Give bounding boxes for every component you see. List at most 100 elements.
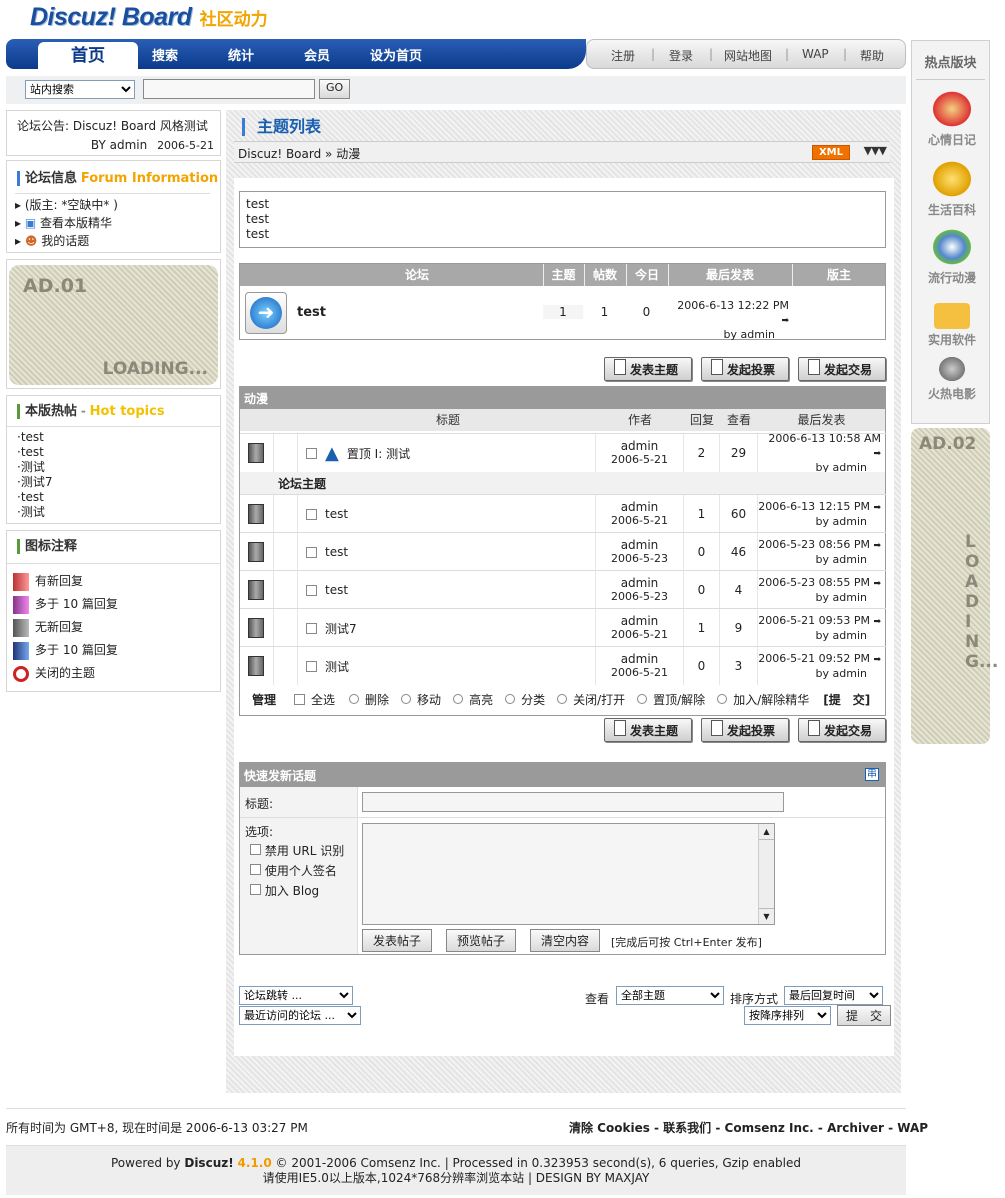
thread-checkbox[interactable] — [306, 508, 317, 520]
manage-submit-button[interactable]: [提 交] — [823, 691, 870, 708]
board-life[interactable]: 生活百科 — [917, 159, 987, 218]
new-poll-button[interactable]: 发起投票 — [701, 357, 789, 381]
footer-links[interactable]: 清除 Cookies - 联系我们 - Comsenz Inc. - Archi… — [569, 1119, 928, 1136]
hot-item[interactable]: ·test — [17, 490, 220, 505]
op-type-radio[interactable] — [505, 694, 516, 704]
op-highlight-radio[interactable] — [453, 694, 464, 704]
recent-forums-select[interactable]: 最近访问的论坛 ... — [239, 1006, 361, 1025]
thread-title[interactable]: 测试 — [325, 658, 349, 675]
new-topic-button-bottom[interactable]: 发表主题 — [604, 718, 692, 742]
collapse-icon[interactable]: 串 — [865, 768, 879, 781]
clear-button[interactable]: 清空内容 — [530, 929, 601, 952]
ad-banner-2[interactable]: AD.02 LOADING... — [911, 428, 998, 744]
view-submit-button[interactable]: 提 交 — [837, 1005, 892, 1026]
thread-lastpost[interactable]: 2006-6-13 12:15 PM ➡ by admin — [758, 500, 885, 529]
new-topic-button[interactable]: 发表主题 — [604, 357, 692, 381]
nav-sethome[interactable]: 设为首页 — [370, 45, 422, 64]
thread-title[interactable]: test — [325, 507, 348, 521]
thread-checkbox[interactable] — [306, 622, 317, 634]
thread-title[interactable]: test — [325, 583, 348, 597]
table-row[interactable]: test admin 2006-5-23 0 46 2006-5-23 08:56 PM … — [240, 532, 886, 571]
thread-author[interactable]: admin — [621, 614, 659, 628]
subject-input[interactable] — [362, 792, 784, 812]
thread-lastpost[interactable]: 2006-5-23 08:55 PM ➡ by admin — [758, 576, 885, 605]
order-by-select[interactable]: 最后回复时间 — [784, 986, 883, 1005]
xml-rss-button[interactable]: XML — [811, 145, 850, 160]
ad-banner-1[interactable]: AD.01 LOADING... — [9, 265, 218, 385]
op-digest-radio[interactable] — [717, 694, 728, 704]
new-trade-button-bottom[interactable]: 发起交易 — [798, 718, 886, 742]
thread-author[interactable]: admin — [621, 652, 659, 666]
board-diary[interactable]: 心情日记 — [917, 89, 987, 148]
post-button[interactable]: 发表帖子 — [362, 929, 433, 952]
thread-title[interactable]: 测试 — [386, 447, 410, 461]
crumb-home[interactable]: Discuz! Board — [238, 147, 321, 161]
board-software[interactable]: 实用软件 — [917, 295, 987, 348]
digest-link[interactable]: ▸ ▣ 查看本版精华 — [15, 214, 220, 232]
thread-checkbox[interactable] — [306, 447, 317, 459]
thread-author[interactable]: admin — [621, 576, 659, 590]
order-dir-select[interactable]: 按降序排列 — [744, 1006, 831, 1025]
op-sticky-radio[interactable] — [637, 694, 648, 704]
search-input[interactable] — [143, 79, 315, 99]
thread-title[interactable]: 测试7 — [325, 620, 357, 637]
forum-jump-select[interactable]: 论坛跳转 ... — [239, 986, 353, 1005]
site-logo[interactable]: Discuz! Board 社区动力 — [30, 3, 268, 32]
thread-author[interactable]: admin — [621, 538, 659, 552]
hot-item[interactable]: ·测试 — [17, 505, 220, 520]
mytopics-link[interactable]: ▸ ☻ 我的话题 — [15, 232, 220, 250]
thread-checkbox[interactable] — [306, 546, 317, 558]
selectall-checkbox[interactable] — [294, 693, 306, 705]
textarea-scrollbar[interactable]: ▲ ▼ — [758, 824, 774, 924]
product-link[interactable]: Discuz! — [184, 1156, 233, 1170]
thread-checkbox[interactable] — [306, 660, 317, 672]
preview-button[interactable]: 预览帖子 — [446, 929, 517, 952]
crumb-forum[interactable]: 动漫 — [336, 147, 360, 161]
message-textarea[interactable]: ▲ ▼ — [362, 823, 775, 925]
hot-item[interactable]: ·测试 — [17, 460, 220, 475]
announce-title[interactable]: Discuz! Board 风格测试 — [73, 119, 208, 133]
col-title: 标题 — [435, 413, 460, 427]
subforum-link[interactable]: test — [297, 305, 326, 320]
table-row[interactable]: 测试 admin 2006-5-21 0 3 2006-5-21 09:52 PM ➡ by… — [240, 646, 886, 685]
table-row[interactable]: test admin 2006-5-21 1 60 2006-6-13 12:15 PM … — [240, 494, 886, 533]
use-signature-checkbox[interactable] — [250, 864, 261, 875]
table-row-sticky[interactable]: ▲ 置顶 I: 测试 admin 2006-5-21 2 29 2006-6-13… — [240, 432, 886, 474]
nav-sitemap[interactable]: 网站地图 — [724, 47, 772, 64]
expand-icon[interactable]: ▼▼▼ — [864, 144, 887, 157]
nav-members[interactable]: 会员 — [304, 45, 330, 64]
thread-title[interactable]: test — [325, 545, 348, 559]
search-scope-select[interactable]: 站内搜索 — [25, 80, 135, 99]
table-row[interactable]: test admin 2006-5-23 0 4 2006-5-23 08:55 PM ➡… — [240, 570, 886, 609]
board-anime[interactable]: 流行动漫 — [917, 227, 987, 286]
nav-search[interactable]: 搜索 — [152, 45, 178, 64]
thread-lastpost[interactable]: 2006-5-21 09:52 PM ➡ by admin — [758, 652, 885, 681]
new-poll-button-bottom[interactable]: 发起投票 — [701, 718, 789, 742]
nav-stats[interactable]: 统计 — [228, 45, 254, 64]
thread-lastpost[interactable]: 2006-5-23 08:56 PM ➡ by admin — [758, 538, 885, 567]
view-filter-select[interactable]: 全部主题 — [616, 986, 724, 1005]
op-close-radio[interactable] — [557, 694, 568, 704]
nav-home[interactable]: 首页 — [38, 42, 138, 69]
thread-author[interactable]: admin — [621, 500, 659, 514]
col-views: 查看 — [726, 413, 751, 427]
disable-url-checkbox[interactable] — [250, 844, 261, 855]
hot-item[interactable]: ·test — [17, 445, 220, 460]
op-delete-radio[interactable] — [349, 694, 360, 704]
hot-item[interactable]: ·test — [17, 430, 220, 445]
nav-register[interactable]: 注册 — [611, 47, 635, 64]
new-trade-button[interactable]: 发起交易 — [798, 357, 886, 381]
board-movies[interactable]: 火热电影 — [917, 355, 987, 402]
nav-login[interactable]: 登录 — [669, 47, 693, 64]
subforum-lastpost[interactable]: 2006-6-13 12:22 PM ➡ by admin — [668, 299, 791, 342]
thread-checkbox[interactable] — [306, 584, 317, 596]
table-row[interactable]: 测试7 admin 2006-5-21 1 9 2006-5-21 09:53 PM ➡ b… — [240, 608, 886, 647]
hot-item[interactable]: ·测试7 — [17, 475, 220, 490]
search-go-button[interactable]: GO — [319, 79, 351, 99]
nav-wap[interactable]: WAP — [802, 47, 829, 61]
add-blog-checkbox[interactable] — [250, 884, 261, 895]
op-move-radio[interactable] — [401, 694, 412, 704]
thread-lastpost[interactable]: 2006-5-21 09:53 PM ➡ by admin — [758, 614, 885, 643]
nav-help[interactable]: 帮助 — [860, 47, 884, 64]
section-header: 论坛主题 — [240, 472, 885, 494]
